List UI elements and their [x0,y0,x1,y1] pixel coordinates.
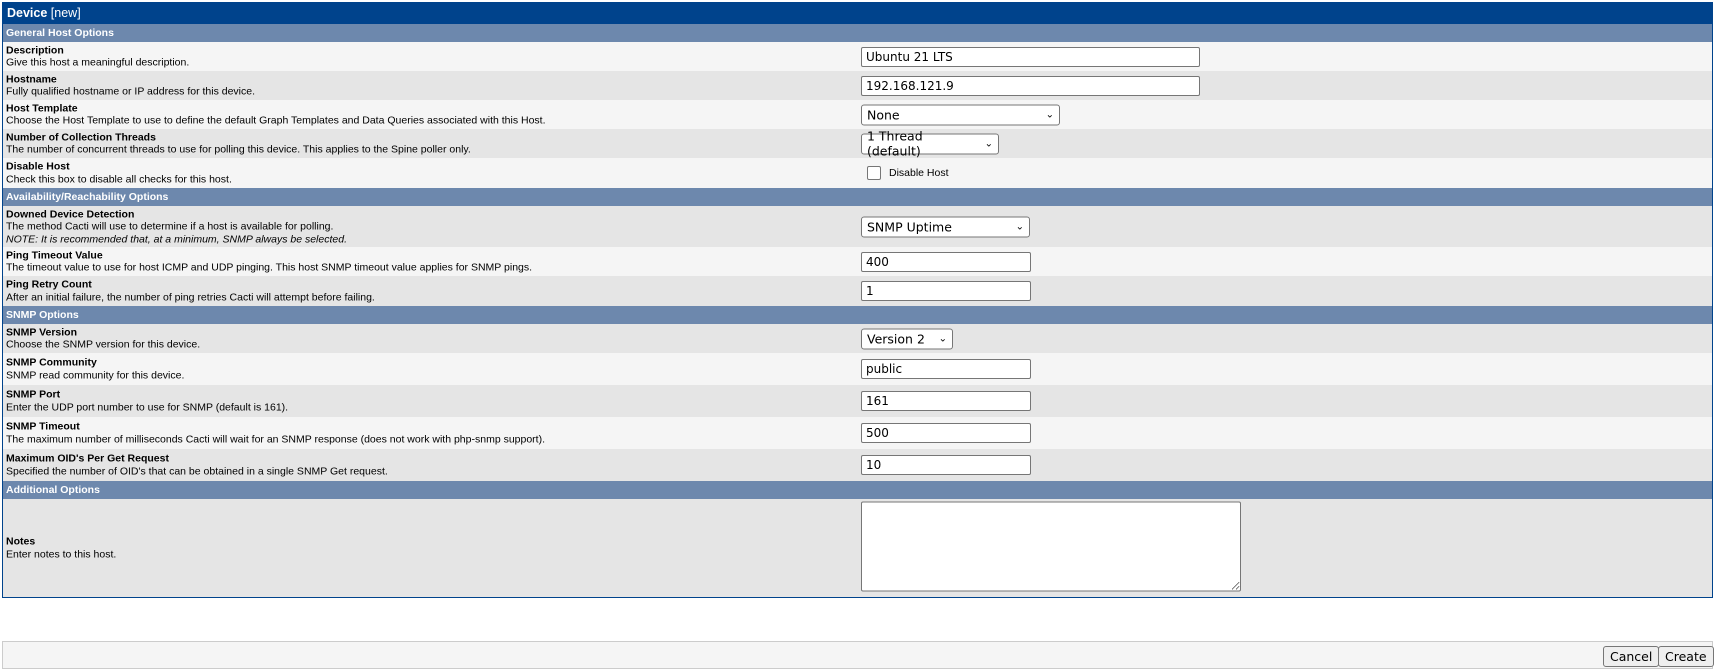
section-availability: Availability/Reachability Options [3,188,1712,206]
downed-detection-note: NOTE: It is recommended that, at a minim… [6,232,347,245]
host-template-value: None [867,107,900,122]
max-oids-label: Maximum OID's Per Get Request [6,452,169,465]
ping-timeout-input[interactable] [861,251,1031,272]
hostname-label: Hostname [6,73,57,85]
snmp-timeout-input[interactable] [861,423,1031,443]
row-hostname: Hostname Fully qualified hostname or IP a… [3,71,1712,100]
max-oids-input[interactable] [861,455,1031,475]
row-snmp-port: SNMP Port Enter the UDP port number to us… [3,385,1712,417]
row-notes: Notes Enter notes to this host. [3,499,1712,597]
notes-label: Notes [6,535,36,548]
ping-timeout-help: The timeout value to use for host ICMP a… [6,261,533,274]
host-template-select[interactable]: None ⌄ [861,104,1060,125]
snmp-community-help: SNMP read community for this device. [6,369,185,381]
hostname-input[interactable] [861,75,1200,96]
chevron-down-icon: ⌄ [1045,109,1054,120]
description-label: Description [6,44,64,56]
chevron-down-icon: ⌄ [1015,221,1024,232]
ping-retry-label: Ping Retry Count [6,278,92,291]
row-threads: Number of Collection Threads The number o… [3,129,1712,159]
threads-value: 1 Thread (default) [867,128,923,159]
chevron-down-icon: ⌄ [938,333,947,344]
downed-detection-help: The method Cacti will use to determine i… [6,220,334,233]
downed-detection-label: Downed Device Detection [6,207,135,220]
snmp-timeout-label: SNMP Timeout [6,420,80,433]
cancel-button[interactable]: Cancel [1603,646,1660,667]
row-description: Description Give this host a meaningful d… [3,42,1712,71]
snmp-port-help: Enter the UDP port number to use for SNM… [6,401,289,413]
row-snmp-community: SNMP Community SNMP read community for th… [3,353,1712,385]
disable-host-label: Disable Host [6,160,70,173]
row-host-template: Host Template Choose the Host Template to… [3,100,1712,129]
downed-detection-select[interactable]: SNMP Uptime ⌄ [861,216,1030,237]
row-snmp-timeout: SNMP Timeout The maximum number of millis… [3,417,1712,449]
snmp-port-input[interactable] [861,391,1031,411]
snmp-version-label: SNMP Version [6,326,77,338]
chevron-down-icon: ⌄ [984,138,993,149]
section-additional: Additional Options [3,481,1712,499]
section-general: General Host Options [3,24,1712,42]
threads-select[interactable]: 1 Thread (default) ⌄ [861,129,999,159]
window-title-text: Device [7,6,48,20]
notes-textarea[interactable] [861,501,1241,592]
snmp-timeout-help: The maximum number of milliseconds Cacti… [6,433,546,445]
row-snmp-version: SNMP Version Choose the SNMP version for … [3,324,1712,353]
threads-label: Number of Collection Threads [6,131,156,143]
max-oids-help: Specified the number of OID's that can b… [6,465,388,477]
row-disable-host: Disable Host Check this box to disable al… [3,158,1712,188]
device-form-panel: Device [new] General Host Options Descri… [2,2,1713,598]
disable-host-checkbox[interactable] [867,166,881,180]
snmp-port-label: SNMP Port [6,388,61,401]
snmp-version-value: Version 2 [867,331,925,346]
snmp-version-select[interactable]: Version 2 ⌄ [861,328,953,349]
snmp-community-input[interactable] [861,359,1031,379]
ping-retry-input[interactable] [861,281,1031,301]
threads-help: The number of concurrent threads to use … [6,143,471,156]
disable-host-checkbox-label[interactable]: Disable Host [889,167,949,179]
row-ping-timeout: Ping Timeout Value The timeout value to u… [3,247,1712,276]
description-input[interactable] [861,46,1200,67]
disable-host-help: Check this box to disable all checks for… [6,173,232,185]
form-footer: Cancel Create [2,641,1714,669]
row-ping-retry: Ping Retry Count After an initial failure… [3,276,1712,306]
hostname-help: Fully qualified hostname or IP address f… [6,85,256,98]
window-title-suffix: [new] [50,6,81,20]
row-downed-detection: Downed Device Detection The method Cacti … [3,206,1712,247]
description-help: Give this host a meaningful description. [6,56,190,69]
notes-help: Enter notes to this host. [6,548,117,560]
row-max-oids: Maximum OID's Per Get Request Specified t… [3,449,1712,481]
ping-timeout-label: Ping Timeout Value [6,249,103,261]
host-template-help: Choose the Host Template to use to defin… [6,114,546,127]
snmp-community-label: SNMP Community [6,356,97,369]
create-button[interactable]: Create [1658,646,1714,667]
downed-detection-value: SNMP Uptime [867,219,952,234]
host-template-label: Host Template [6,102,78,114]
section-snmp: SNMP Options [3,306,1712,324]
window-title: Device [new] [3,3,1712,24]
snmp-version-help: Choose the SNMP version for this device. [6,338,201,351]
ping-retry-help: After an initial failure, the number of … [6,291,375,303]
